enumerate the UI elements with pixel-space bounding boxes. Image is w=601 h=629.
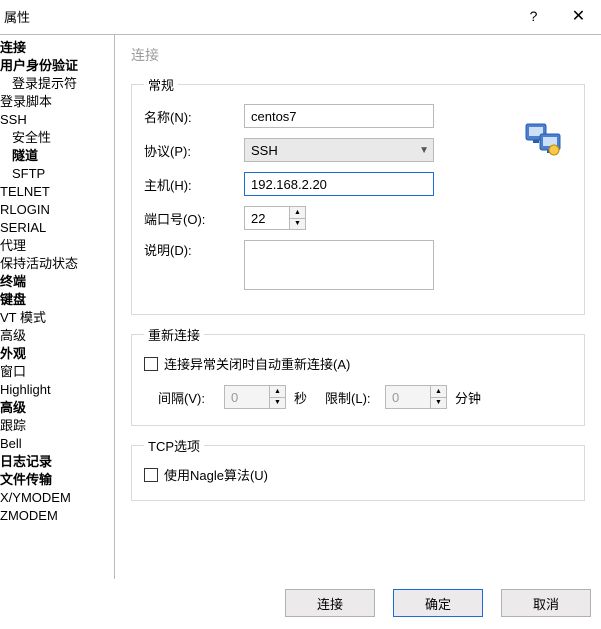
- nagle-label: 使用Nagle算法(U): [164, 465, 268, 484]
- desc-label: 说明(D):: [144, 240, 244, 259]
- limit-value[interactable]: [386, 386, 430, 408]
- help-button[interactable]: ?: [511, 0, 556, 32]
- general-group: 常规 名称(N): 协议(P): [131, 75, 585, 315]
- tree-item-17[interactable]: 外观: [0, 345, 114, 363]
- interval-label: 间隔(V):: [144, 388, 224, 407]
- host-label: 主机(H):: [144, 175, 244, 194]
- interval-spinner[interactable]: ▲ ▼: [224, 385, 286, 409]
- protocol-label: 协议(P):: [144, 141, 244, 160]
- tree-item-9[interactable]: RLOGIN: [0, 201, 114, 219]
- tree-item-1[interactable]: 用户身份验证: [0, 57, 114, 75]
- tree-item-24[interactable]: 文件传输: [0, 471, 114, 489]
- auto-reconnect-label: 连接异常关闭时自动重新连接(A): [164, 354, 350, 373]
- tree-item-25[interactable]: X/YMODEM: [0, 489, 114, 507]
- window-controls: ? ✕: [511, 0, 601, 32]
- tree-item-7[interactable]: SFTP: [0, 165, 114, 183]
- chevron-down-icon: ▼: [419, 145, 429, 156]
- dialog-buttons: 连接 确定 取消: [0, 579, 601, 627]
- port-value[interactable]: [245, 207, 289, 229]
- tree-item-20[interactable]: 高级: [0, 399, 114, 417]
- tree-item-11[interactable]: 代理: [0, 237, 114, 255]
- tree-item-23[interactable]: 日志记录: [0, 453, 114, 471]
- tree-item-12[interactable]: 保持活动状态: [0, 255, 114, 273]
- spinner-down-icon[interactable]: ▼: [431, 398, 446, 409]
- name-label: 名称(N):: [144, 107, 244, 126]
- reconnect-legend: 重新连接: [144, 325, 204, 344]
- tree-item-0[interactable]: 连接: [0, 39, 114, 57]
- window-title: 属性: [4, 7, 30, 26]
- interval-value[interactable]: [225, 386, 269, 408]
- titlebar: 属性 ? ✕: [0, 0, 601, 34]
- tree-item-21[interactable]: 跟踪: [0, 417, 114, 435]
- panel-heading: 连接: [131, 45, 585, 65]
- tree-item-4[interactable]: SSH: [0, 111, 114, 129]
- tree-item-16[interactable]: 高级: [0, 327, 114, 345]
- spinner-up-icon[interactable]: ▲: [431, 386, 446, 398]
- tcp-legend: TCP选项: [144, 436, 204, 455]
- close-button[interactable]: ✕: [556, 0, 601, 32]
- protocol-value: SSH: [251, 143, 278, 158]
- limit-label: 限制(L):: [325, 388, 385, 407]
- limit-spinner[interactable]: ▲ ▼: [385, 385, 447, 409]
- protocol-select[interactable]: SSH ▼: [244, 138, 434, 162]
- host-input[interactable]: [244, 172, 434, 196]
- tree-item-26[interactable]: ZMODEM: [0, 507, 114, 525]
- tree-item-6[interactable]: 隧道: [0, 147, 114, 165]
- port-spinner[interactable]: ▲ ▼: [244, 206, 306, 230]
- spinner-down-icon[interactable]: ▼: [270, 398, 285, 409]
- spinner-down-icon[interactable]: ▼: [290, 219, 305, 230]
- tree-item-13[interactable]: 终端: [0, 273, 114, 291]
- interval-unit: 秒: [294, 388, 307, 407]
- spinner-up-icon[interactable]: ▲: [290, 207, 305, 219]
- tree-item-18[interactable]: 窗口: [0, 363, 114, 381]
- tree-item-10[interactable]: SERIAL: [0, 219, 114, 237]
- spinner-up-icon[interactable]: ▲: [270, 386, 285, 398]
- tree-item-15[interactable]: VT 模式: [0, 309, 114, 327]
- connection-icon: [524, 120, 564, 160]
- tree-item-5[interactable]: 安全性: [0, 129, 114, 147]
- ok-button[interactable]: 确定: [393, 589, 483, 617]
- cancel-button[interactable]: 取消: [501, 589, 591, 617]
- connect-button[interactable]: 连接: [285, 589, 375, 617]
- category-tree[interactable]: 连接用户身份验证登录提示符登录脚本SSH安全性隧道SFTPTELNETRLOGI…: [0, 35, 115, 579]
- tree-item-22[interactable]: Bell: [0, 435, 114, 453]
- tree-item-14[interactable]: 键盘: [0, 291, 114, 309]
- port-label: 端口号(O):: [144, 209, 244, 228]
- tree-item-8[interactable]: TELNET: [0, 183, 114, 201]
- main-panel: 连接 常规 名称(N):: [115, 35, 601, 579]
- limit-unit: 分钟: [455, 388, 481, 407]
- body: 连接用户身份验证登录提示符登录脚本SSH安全性隧道SFTPTELNETRLOGI…: [0, 34, 601, 579]
- auto-reconnect-checkbox[interactable]: [144, 357, 158, 371]
- reconnect-group: 重新连接 连接异常关闭时自动重新连接(A) 间隔(V): ▲ ▼ 秒 限制(L)…: [131, 325, 585, 426]
- general-legend: 常规: [144, 75, 178, 94]
- tcp-group: TCP选项 使用Nagle算法(U): [131, 436, 585, 501]
- tree-item-19[interactable]: Highlight: [0, 381, 114, 399]
- desc-textarea[interactable]: [244, 240, 434, 290]
- tree-item-2[interactable]: 登录提示符: [0, 75, 114, 93]
- nagle-checkbox[interactable]: [144, 468, 158, 482]
- tree-item-3[interactable]: 登录脚本: [0, 93, 114, 111]
- name-input[interactable]: [244, 104, 434, 128]
